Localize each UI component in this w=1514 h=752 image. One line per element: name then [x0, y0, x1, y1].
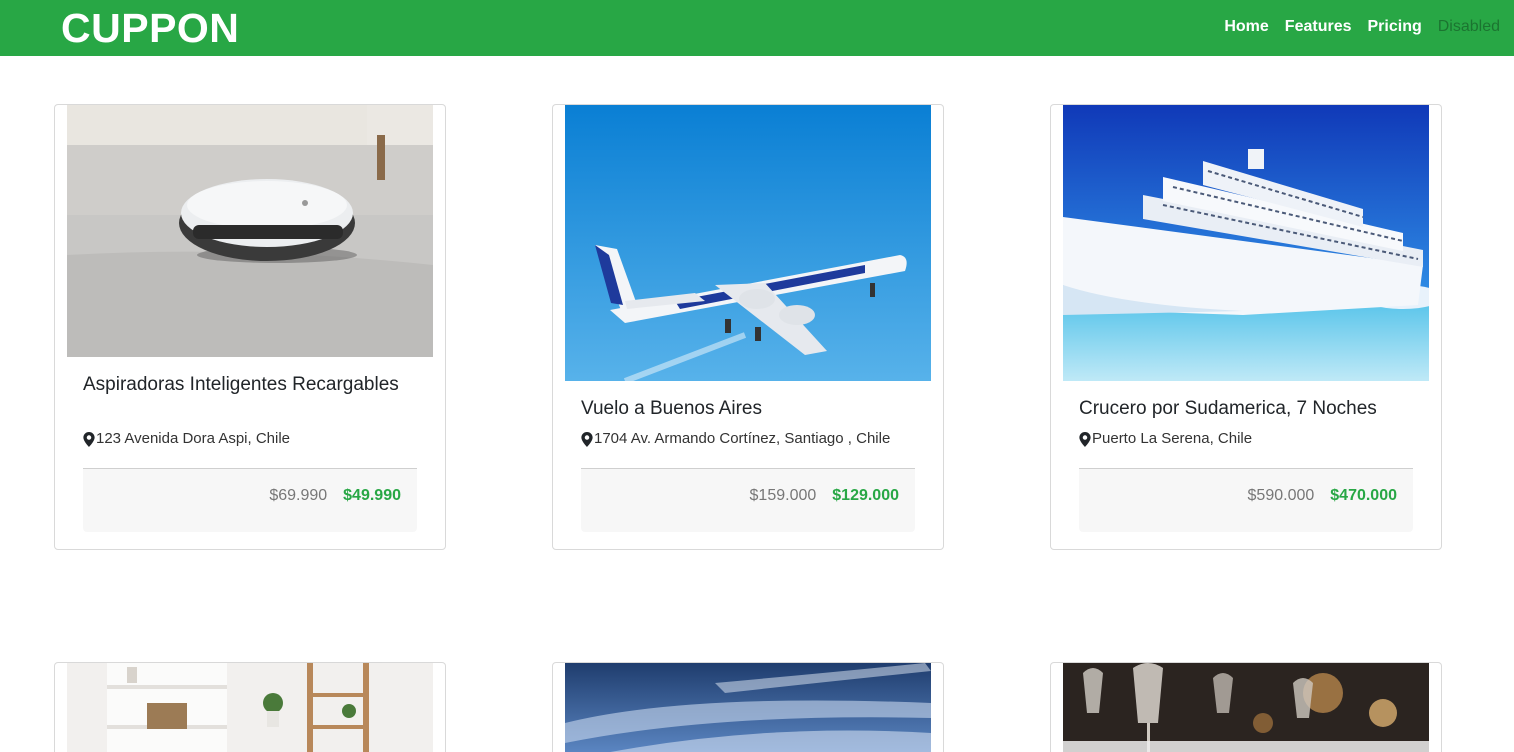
shelves-interior-image[interactable] — [67, 663, 433, 752]
new-price: $49.990 — [343, 487, 401, 504]
old-price: $590.000 — [1247, 487, 1315, 504]
deal-card[interactable]: Crucero por Sudamerica, 7 Noches Puerto … — [1050, 104, 1442, 550]
map-marker-icon — [83, 431, 95, 447]
location-text: 1704 Av. Armando Cortínez, Santiago , Ch… — [594, 430, 891, 447]
card-title[interactable]: Crucero por Sudamerica, 7 Noches — [1079, 397, 1419, 421]
location-text: 123 Avenida Dora Aspi, Chile — [96, 430, 291, 447]
new-price: $129.000 — [832, 487, 899, 504]
nav-link-pricing[interactable]: Pricing — [1368, 17, 1422, 37]
map-marker-icon — [581, 431, 593, 447]
new-price: $470.000 — [1330, 487, 1397, 504]
deal-card[interactable] — [552, 662, 944, 752]
deal-card[interactable] — [1050, 662, 1442, 752]
nav-link-home[interactable]: Home — [1224, 17, 1268, 37]
card-footer: $159.000 $129.000 — [581, 468, 915, 532]
cruise-ship-image[interactable] — [1063, 105, 1429, 381]
deal-card[interactable] — [54, 662, 446, 752]
card-footer: $590.000 $470.000 — [1079, 468, 1413, 532]
deal-card[interactable]: Aspiradoras Inteligentes Recargables 123… — [54, 104, 446, 550]
nav-link-disabled: Disabled — [1437, 18, 1500, 35]
map-marker-icon — [1079, 431, 1091, 447]
location-text: Puerto La Serena, Chile — [1092, 430, 1253, 447]
card-location: 1704 Av. Armando Cortínez, Santiago , Ch… — [581, 429, 921, 449]
card-location: Puerto La Serena, Chile — [1079, 429, 1419, 449]
card-footer: $69.990 $49.990 — [83, 468, 417, 532]
nav-link-features[interactable]: Features — [1285, 17, 1352, 37]
card-title[interactable]: Vuelo a Buenos Aires — [581, 397, 921, 421]
airplane-image[interactable] — [565, 105, 931, 381]
top-navbar: CUPPON Home Features Pricing Disabled — [0, 0, 1514, 56]
brand-logo[interactable]: CUPPON — [61, 4, 239, 52]
card-title[interactable]: Aspiradoras Inteligentes Recargables — [83, 373, 423, 397]
deal-card[interactable]: Vuelo a Buenos Aires 1704 Av. Armando Co… — [552, 104, 944, 550]
sky-image[interactable] — [565, 663, 931, 752]
card-location: 123 Avenida Dora Aspi, Chile — [83, 429, 423, 449]
restaurant-glasses-image[interactable] — [1063, 663, 1429, 752]
old-price: $159.000 — [749, 487, 817, 504]
old-price: $69.990 — [269, 487, 328, 504]
robot-vacuum-image[interactable] — [67, 105, 433, 357]
nav-links: Home Features Pricing Disabled — [1224, 17, 1500, 37]
